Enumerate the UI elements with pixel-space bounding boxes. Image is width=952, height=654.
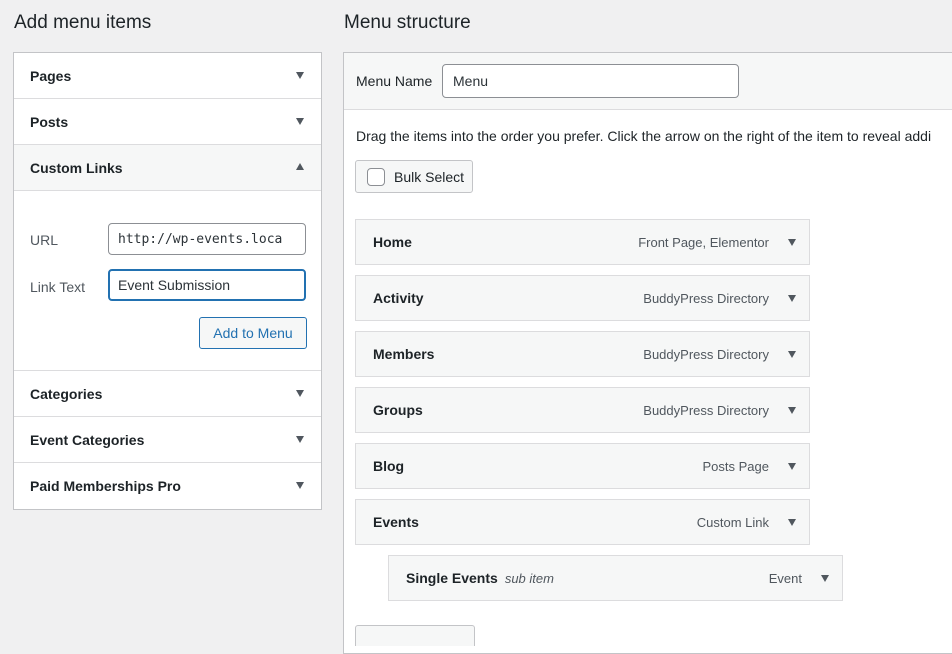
triangle-down-icon[interactable] <box>788 407 796 414</box>
add-menu-items-accordion: Pages Posts Custom Links URL Link Text A… <box>13 52 322 510</box>
section-label: Categories <box>30 385 103 402</box>
link-text-input[interactable] <box>108 269 306 301</box>
sub-item-label: sub item <box>504 570 554 586</box>
triangle-down-icon[interactable] <box>788 351 796 358</box>
triangle-down-icon[interactable] <box>788 463 796 470</box>
section-categories[interactable]: Categories <box>14 371 321 417</box>
triangle-down-icon[interactable] <box>296 72 304 79</box>
section-label: Posts <box>30 113 69 130</box>
menu-name-input[interactable] <box>442 64 739 98</box>
triangle-down-icon[interactable] <box>296 118 304 125</box>
partial-button[interactable] <box>355 625 475 646</box>
url-input[interactable] <box>108 223 306 255</box>
menu-item-title: Home <box>373 234 412 250</box>
menu-item-title: Blog <box>373 458 405 474</box>
menu-item-single-events[interactable]: Single Events sub item Event <box>388 555 843 601</box>
menu-item-members[interactable]: Members BuddyPress Directory <box>355 331 810 377</box>
menu-item-activity[interactable]: Activity BuddyPress Directory <box>355 275 810 321</box>
menu-item-title: Events <box>373 514 419 530</box>
menu-item-type: BuddyPress Directory <box>643 346 769 362</box>
triangle-up-icon[interactable] <box>296 163 304 170</box>
menu-item-groups[interactable]: Groups BuddyPress Directory <box>355 387 810 433</box>
section-paid-memberships-pro[interactable]: Paid Memberships Pro <box>14 463 321 509</box>
bulk-select-label: Bulk Select <box>394 168 465 185</box>
triangle-down-icon[interactable] <box>788 519 796 526</box>
section-label: Pages <box>30 67 72 84</box>
add-menu-items-title: Add menu items <box>14 12 152 33</box>
triangle-down-icon[interactable] <box>788 239 796 246</box>
menu-item-type: BuddyPress Directory <box>643 290 769 306</box>
section-pages[interactable]: Pages <box>14 53 321 99</box>
bulk-select-checkbox[interactable] <box>367 167 385 186</box>
section-label: Paid Memberships Pro <box>30 478 181 494</box>
menu-item-title: Groups <box>373 402 423 418</box>
section-label: Custom Links <box>30 159 123 176</box>
menu-item-type: Posts Page <box>702 458 770 474</box>
triangle-down-icon[interactable] <box>296 436 304 443</box>
section-event-categories[interactable]: Event Categories <box>14 417 321 463</box>
menu-item-type: BuddyPress Directory <box>643 402 769 418</box>
link-text-label: Link Text <box>30 279 85 295</box>
menu-item-type: Front Page, Elementor <box>638 234 769 250</box>
triangle-down-icon[interactable] <box>788 295 796 302</box>
menu-item-type: Event <box>768 570 802 586</box>
menu-header: Menu Name <box>344 53 952 110</box>
triangle-down-icon[interactable] <box>296 482 304 489</box>
section-posts[interactable]: Posts <box>14 99 321 145</box>
menu-item-title: Activity <box>373 290 424 306</box>
url-label: URL <box>30 232 59 248</box>
menu-item-blog[interactable]: Blog Posts Page <box>355 443 810 489</box>
section-custom-links[interactable]: Custom Links <box>14 145 321 191</box>
bulk-select-button[interactable]: Bulk Select <box>355 160 473 193</box>
menu-structure-title: Menu structure <box>344 12 471 33</box>
menu-item-title: Single Events <box>406 570 498 586</box>
triangle-down-icon[interactable] <box>821 575 829 582</box>
triangle-down-icon[interactable] <box>296 390 304 397</box>
menu-item-title: Members <box>373 346 435 362</box>
custom-links-panel: URL Link Text Add to Menu <box>14 191 321 371</box>
add-to-menu-button[interactable]: Add to Menu <box>199 317 307 349</box>
drag-instructions: Drag the items into the order you prefer… <box>356 128 932 144</box>
menu-item-home[interactable]: Home Front Page, Elementor <box>355 219 810 265</box>
menu-item-events[interactable]: Events Custom Link <box>355 499 810 545</box>
menu-structure-panel: Menu Name Drag the items into the order … <box>343 52 952 654</box>
menu-name-label: Menu Name <box>356 73 433 89</box>
section-label: Event Categories <box>30 431 145 448</box>
menu-item-type: Custom Link <box>696 514 769 530</box>
